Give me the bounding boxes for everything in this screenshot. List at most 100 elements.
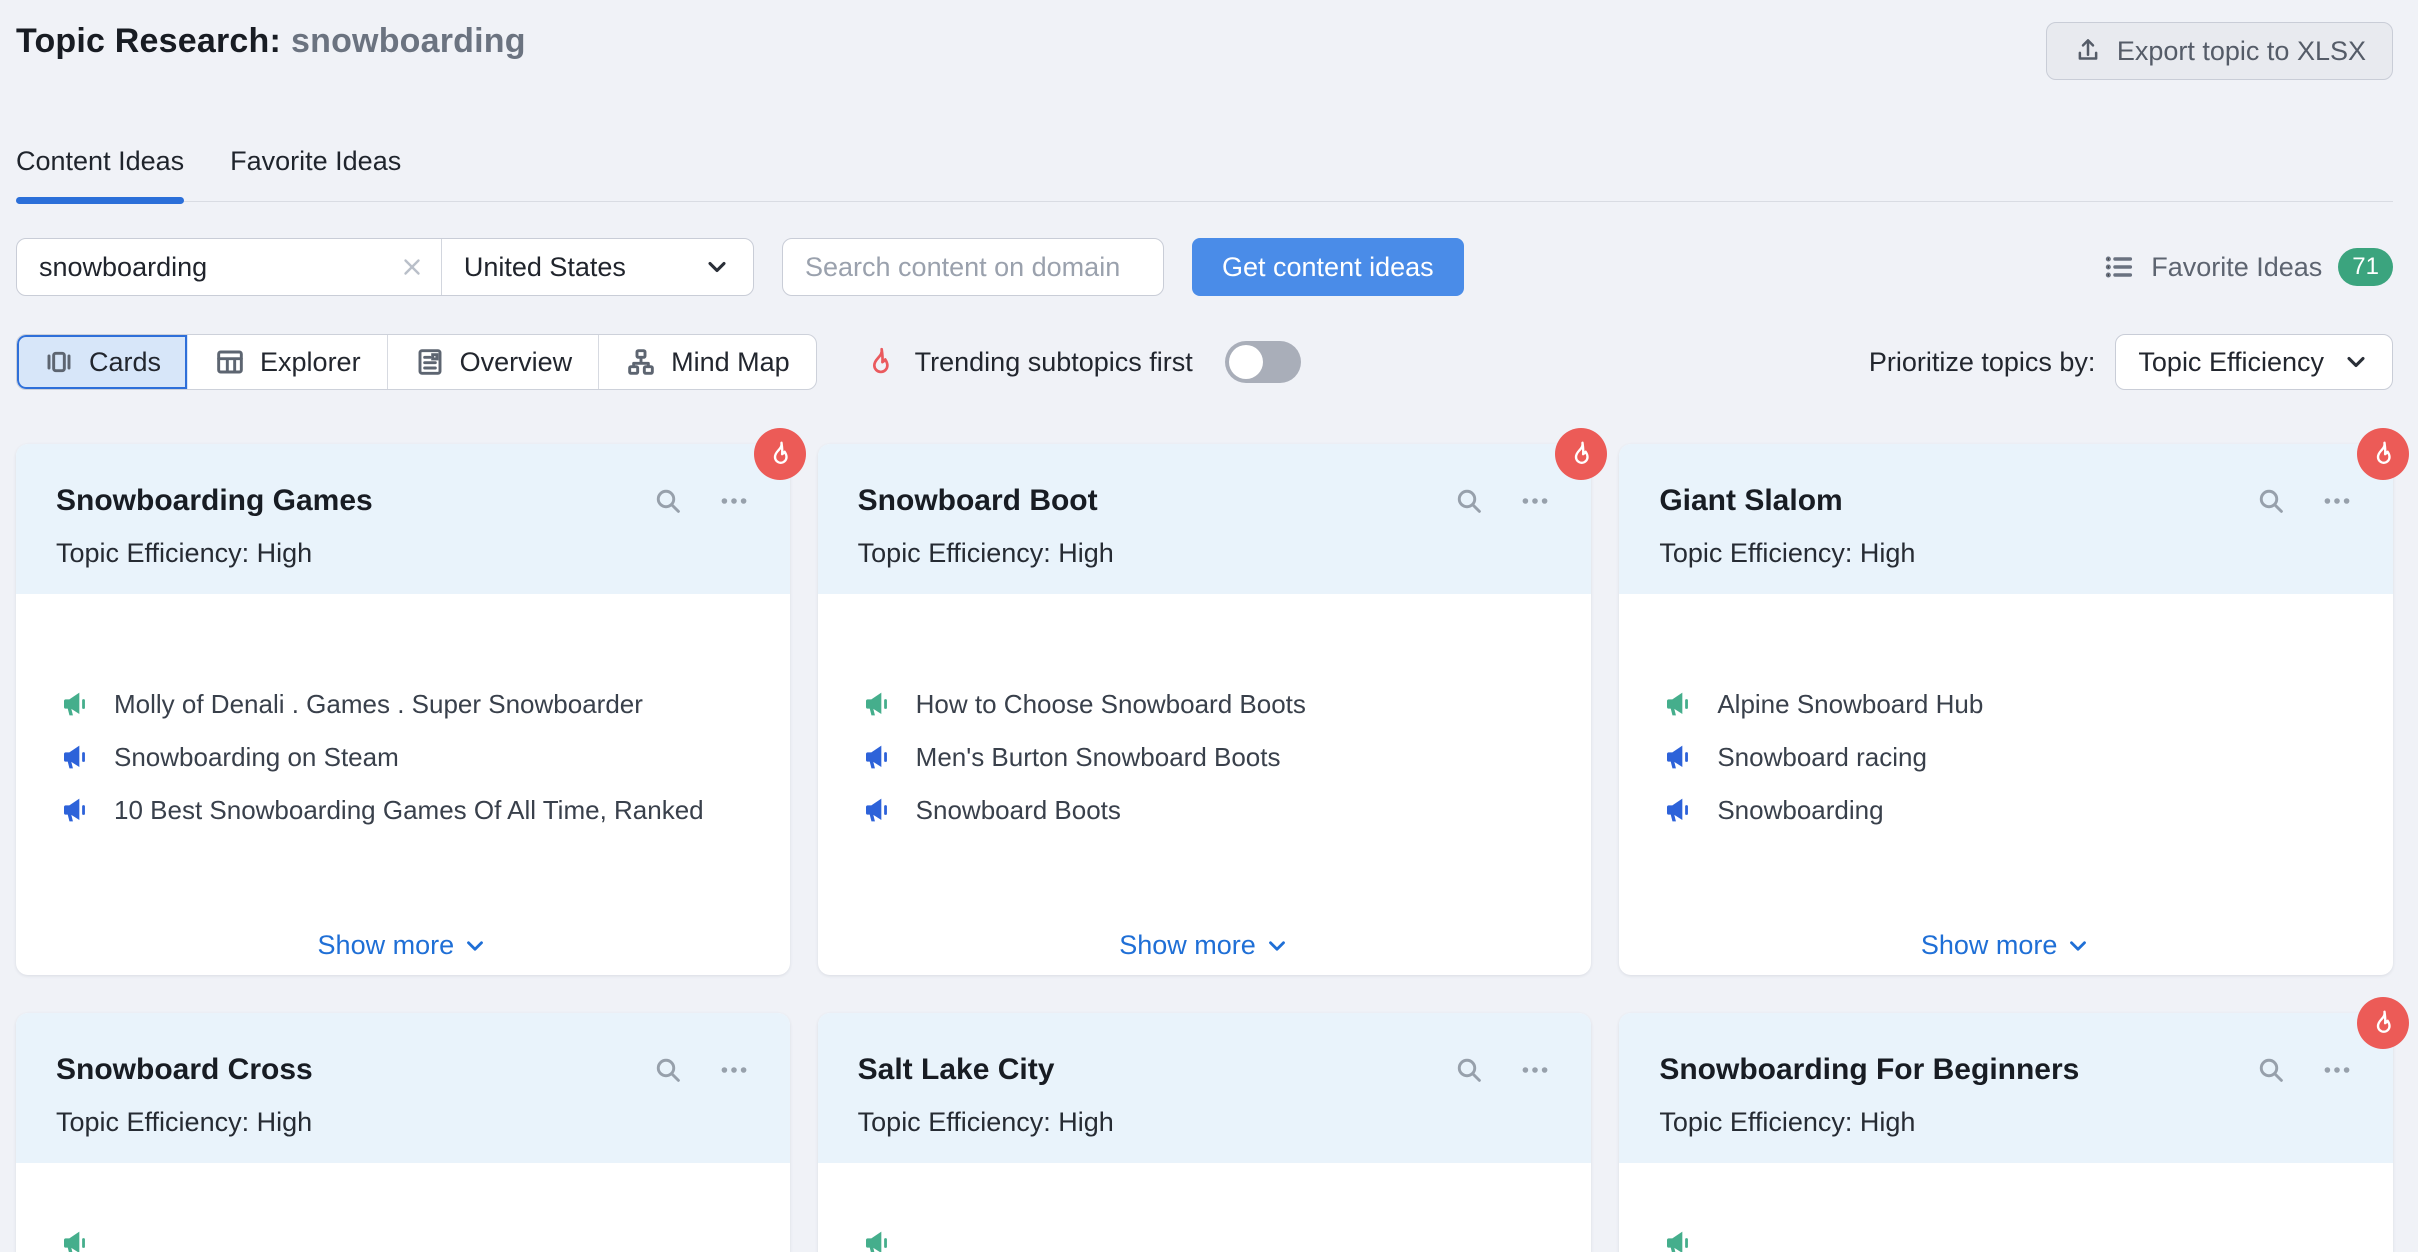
favorites-count-badge: 71 <box>2338 248 2393 286</box>
topic-efficiency: Topic Efficiency: High <box>858 1107 1552 1138</box>
megaphone-icon <box>60 794 92 826</box>
domain-search-input[interactable] <box>782 238 1164 296</box>
idea-text: Snowboarding on Steam <box>114 742 399 773</box>
idea-list: How to Choose Snowboard Boots Men's Burt… <box>818 594 1592 826</box>
page-title-label: Topic Research: <box>16 22 281 60</box>
ellipsis-menu-icon[interactable] <box>1519 1054 1551 1086</box>
idea-text: How to Choose Snowboard Boots <box>916 689 1306 720</box>
search-icon[interactable] <box>2255 1054 2287 1086</box>
idea-item[interactable]: Snowboarding <box>1663 794 2353 826</box>
clear-query-icon[interactable] <box>399 254 425 280</box>
show-more-link[interactable]: Show more <box>818 930 1592 961</box>
get-content-ideas-button[interactable]: Get content ideas <box>1192 238 1464 296</box>
card-header: Giant Slalom Topic Efficiency: High <box>1619 444 2393 594</box>
trending-fire-badge <box>754 428 806 480</box>
view-switcher: Cards Explorer Overview Mind Map <box>16 334 817 390</box>
idea-item[interactable]: Snowboard Boots <box>862 794 1552 826</box>
page-title-topic: snowboarding <box>291 22 526 60</box>
prioritize-select[interactable]: Topic Efficiency <box>2115 334 2393 390</box>
view-mindmap-label: Mind Map <box>671 347 790 378</box>
idea-item[interactable]: 10 Best Snowboarding Games Of All Time, … <box>60 794 750 826</box>
tab-favorite-ideas[interactable]: Favorite Ideas <box>230 146 401 201</box>
card-header: Snowboarding For Beginners Topic Efficie… <box>1619 1013 2393 1163</box>
ellipsis-menu-icon[interactable] <box>2321 1054 2353 1086</box>
trending-fire-badge <box>2357 428 2409 480</box>
search-icon[interactable] <box>1453 1054 1485 1086</box>
topic-query-input[interactable] <box>17 252 399 283</box>
idea-item[interactable] <box>862 1227 1552 1252</box>
idea-item[interactable] <box>60 1227 750 1252</box>
view-cards-label: Cards <box>89 347 161 378</box>
ellipsis-menu-icon[interactable] <box>2321 485 2353 517</box>
export-xlsx-button[interactable]: Export topic to XLSX <box>2046 22 2393 80</box>
card-title[interactable]: Snowboarding For Beginners <box>1659 1053 2079 1087</box>
card-title[interactable]: Snowboard Boot <box>858 484 1098 518</box>
flame-icon <box>765 439 795 469</box>
show-more-label: Show more <box>318 930 455 961</box>
idea-item[interactable]: Men's Burton Snowboard Boots <box>862 741 1552 773</box>
idea-text: Alpine Snowboard Hub <box>1717 689 1983 720</box>
show-more-label: Show more <box>1921 930 2058 961</box>
prioritize-value: Topic Efficiency <box>2138 347 2324 378</box>
megaphone-icon <box>1663 794 1695 826</box>
ellipsis-menu-icon[interactable] <box>1519 485 1551 517</box>
country-select[interactable]: United States <box>442 239 753 295</box>
show-more-link[interactable]: Show more <box>16 930 790 961</box>
show-more-link[interactable]: Show more <box>1619 930 2393 961</box>
table-view-icon <box>214 346 246 378</box>
cards-grid: Snowboarding Games Topic Efficiency: Hig… <box>16 444 2393 1252</box>
flame-icon <box>1566 439 1596 469</box>
idea-item[interactable]: Snowboarding on Steam <box>60 741 750 773</box>
favorite-ideas-label: Favorite Ideas <box>2151 252 2322 283</box>
card-body <box>16 1163 790 1252</box>
idea-text: Men's Burton Snowboard Boots <box>916 742 1281 773</box>
search-icon[interactable] <box>2255 485 2287 517</box>
ellipsis-menu-icon[interactable] <box>718 485 750 517</box>
megaphone-icon <box>862 741 894 773</box>
idea-text: 10 Best Snowboarding Games Of All Time, … <box>114 795 704 826</box>
search-icon[interactable] <box>652 485 684 517</box>
megaphone-icon <box>60 688 92 720</box>
view-overview[interactable]: Overview <box>388 335 600 389</box>
card-title[interactable]: Snowboard Cross <box>56 1053 313 1087</box>
card-header: Salt Lake City Topic Efficiency: High <box>818 1013 1592 1163</box>
cards-view-icon <box>43 346 75 378</box>
tab-content-ideas[interactable]: Content Ideas <box>16 146 184 201</box>
toggle-knob <box>1229 345 1263 379</box>
idea-list <box>16 1163 790 1252</box>
search-icon[interactable] <box>1453 485 1485 517</box>
idea-item[interactable] <box>1663 1227 2353 1252</box>
idea-item[interactable]: Alpine Snowboard Hub <box>1663 688 2353 720</box>
topic-card-snowboarding-games: Snowboarding Games Topic Efficiency: Hig… <box>16 444 790 975</box>
ellipsis-menu-icon[interactable] <box>718 1054 750 1086</box>
trending-fire-badge <box>2357 997 2409 1049</box>
overview-doc-icon <box>414 346 446 378</box>
idea-text: Snowboard Boots <box>916 795 1121 826</box>
view-explorer-label: Explorer <box>260 347 361 378</box>
view-explorer[interactable]: Explorer <box>188 335 388 389</box>
topic-card-snowboard-cross: Snowboard Cross Topic Efficiency: High <box>16 1013 790 1252</box>
search-icon[interactable] <box>652 1054 684 1086</box>
idea-item[interactable]: Molly of Denali . Games . Super Snowboar… <box>60 688 750 720</box>
topic-research-page: Topic Research: snowboarding Export topic… <box>0 0 2418 1252</box>
view-mindmap[interactable]: Mind Map <box>599 335 816 389</box>
card-title[interactable]: Snowboarding Games <box>56 484 373 518</box>
card-title[interactable]: Giant Slalom <box>1659 484 1842 518</box>
prioritize-control: Prioritize topics by: Topic Efficiency <box>1869 334 2393 390</box>
trending-toggle[interactable] <box>1225 341 1301 383</box>
card-body: How to Choose Snowboard Boots Men's Burt… <box>818 594 1592 975</box>
view-cards[interactable]: Cards <box>17 335 188 389</box>
list-icon <box>2103 251 2135 283</box>
idea-item[interactable]: Snowboard racing <box>1663 741 2353 773</box>
topic-efficiency: Topic Efficiency: High <box>858 538 1552 569</box>
megaphone-icon <box>1663 741 1695 773</box>
topic-card-salt-lake-city: Salt Lake City Topic Efficiency: High <box>818 1013 1592 1252</box>
idea-item[interactable]: How to Choose Snowboard Boots <box>862 688 1552 720</box>
card-header: Snowboard Cross Topic Efficiency: High <box>16 1013 790 1163</box>
card-title[interactable]: Salt Lake City <box>858 1053 1055 1087</box>
export-xlsx-label: Export topic to XLSX <box>2117 36 2366 67</box>
idea-list <box>1619 1163 2393 1252</box>
favorite-ideas-link[interactable]: Favorite Ideas 71 <box>2103 248 2393 286</box>
search-row: United States Get content ideas Favorite… <box>16 238 2393 296</box>
idea-text: Molly of Denali . Games . Super Snowboar… <box>114 689 643 720</box>
